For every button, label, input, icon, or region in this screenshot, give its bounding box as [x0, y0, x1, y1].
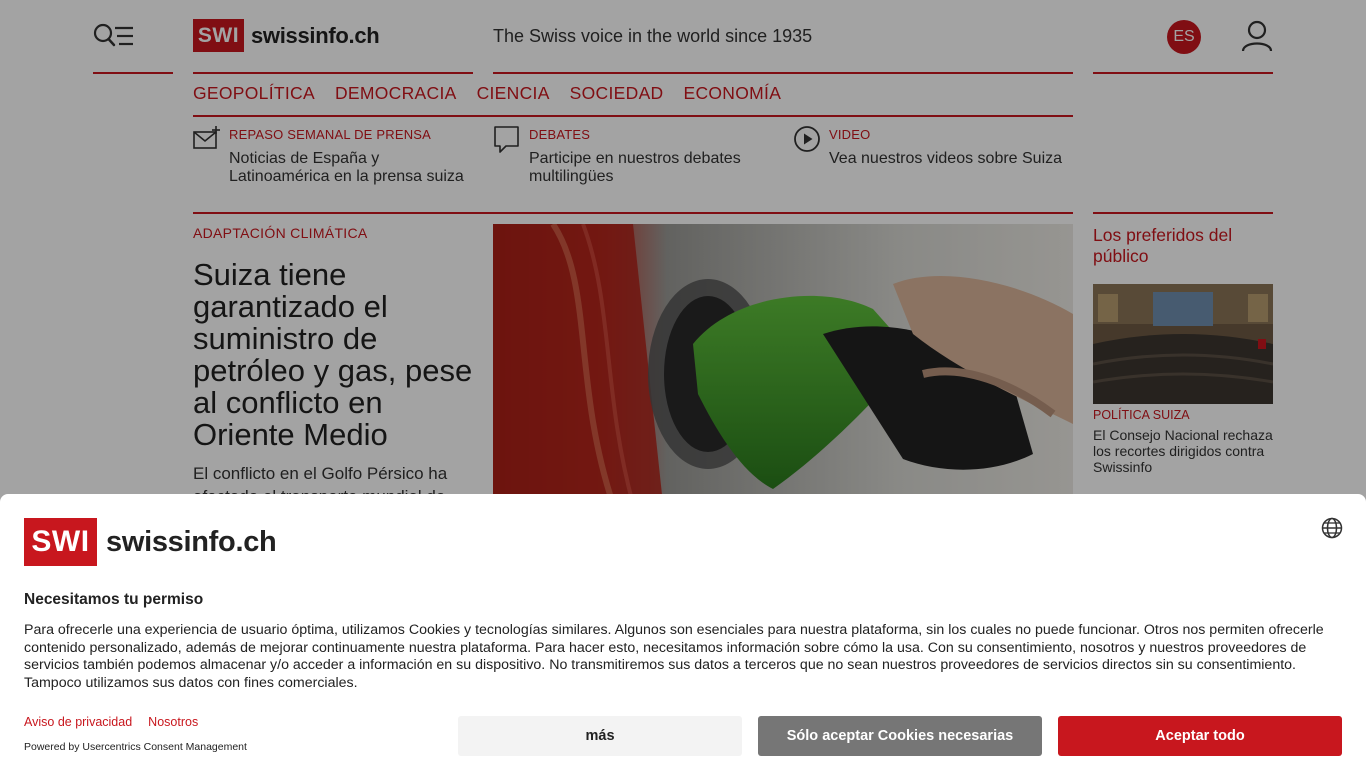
cookie-consent-banner: SWI swissinfo.ch Necesitamos tu permiso … [0, 494, 1366, 768]
consent-logo-mark: SWI [24, 518, 97, 566]
privacy-notice-link[interactable]: Aviso de privacidad [24, 715, 132, 729]
consent-logo-text: swissinfo.ch [106, 525, 277, 558]
globe-icon [1321, 517, 1343, 539]
consent-title: Necesitamos tu permiso [24, 591, 204, 608]
language-globe-button[interactable] [1321, 517, 1343, 539]
accept-all-button[interactable]: Aceptar todo [1058, 716, 1342, 756]
consent-links: Aviso de privacidad Nosotros [24, 715, 198, 729]
accept-necessary-button[interactable]: Sólo aceptar Cookies necesarias [758, 716, 1042, 756]
powered-by-text: Powered by Usercentrics Consent Manageme… [24, 741, 247, 753]
page: SWI swissinfo.ch The Swiss voice in the … [0, 0, 1366, 768]
more-options-button[interactable]: más [458, 716, 742, 756]
about-us-link[interactable]: Nosotros [148, 715, 198, 729]
consent-logo: SWI swissinfo.ch [24, 518, 277, 566]
consent-body: Para ofrecerle una experiencia de usuari… [24, 622, 1324, 692]
